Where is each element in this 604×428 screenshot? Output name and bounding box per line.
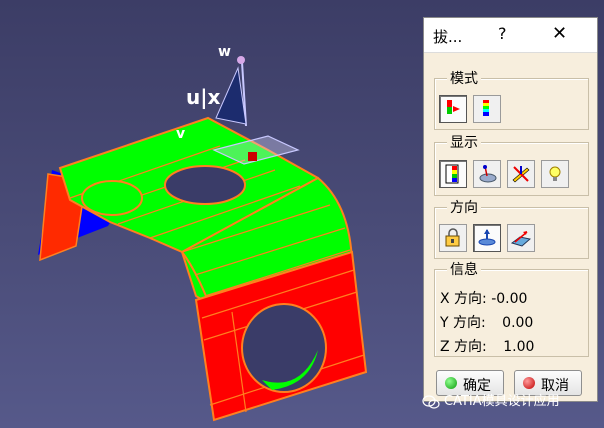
compass-direction-button[interactable] <box>473 224 501 252</box>
draft-analysis-mode-button[interactable] <box>439 95 467 123</box>
direction-group: 方向 <box>434 197 589 259</box>
top-hole-left <box>81 180 143 216</box>
compass-plane-blue <box>215 66 247 125</box>
display-group: 显示 <box>434 132 589 196</box>
direction-from-axis-icon <box>511 231 531 247</box>
ok-indicator-icon <box>445 377 457 389</box>
info-row-x: X 方向: -0.00 <box>440 288 527 308</box>
info-axis-value: 0.00 <box>502 315 534 331</box>
info-axis-label: Z 方向: <box>440 339 487 355</box>
info-group: 信息 X 方向: -0.00 Y 方向: 0.00 Z 方向: 1.00 <box>434 259 589 357</box>
dialog-title: 拔... <box>433 28 463 46</box>
lighting-button[interactable] <box>541 160 569 188</box>
color-scale-icon <box>445 164 459 184</box>
color-scale-button[interactable] <box>439 160 467 188</box>
compass-direction-icon <box>478 229 496 246</box>
help-button[interactable]: ? <box>498 24 507 43</box>
info-axis-value: -0.00 <box>491 291 528 307</box>
on-the-fly-button[interactable] <box>473 160 501 188</box>
lock-direction-button[interactable] <box>439 224 467 252</box>
info-group-label: 信息 <box>447 259 481 279</box>
mode-group-label: 模式 <box>447 68 481 88</box>
on-the-fly-icon <box>479 165 497 183</box>
direction-group-label: 方向 <box>447 197 481 217</box>
top-hole-center <box>164 165 246 205</box>
u-axis-label: u|x <box>186 85 221 109</box>
curvature-mode-button[interactable] <box>473 95 501 123</box>
lock-direction-icon <box>445 228 460 247</box>
info-row-z: Z 方向: 1.00 <box>440 336 534 356</box>
direction-from-axis-button[interactable] <box>507 224 535 252</box>
watermark: CATIA模具设计应用 <box>422 390 560 409</box>
w-axis-label: w <box>218 44 231 60</box>
inverse-normal-button[interactable] <box>507 160 535 188</box>
cancel-indicator-icon <box>523 377 535 389</box>
info-axis-label: X 方向: <box>440 291 487 307</box>
curvature-mode-icon <box>483 100 489 116</box>
mode-group: 模式 <box>434 68 589 130</box>
draft-analysis-dialog: 拔... ? ✕ 模式 显示 方向 信息 X 方向: -0.00 Y 方向: 0… <box>423 17 598 402</box>
close-button[interactable]: ✕ <box>552 23 567 44</box>
side-hole <box>241 303 327 393</box>
lighting-icon <box>549 166 561 181</box>
display-group-label: 显示 <box>447 132 481 152</box>
info-axis-value: 1.00 <box>503 339 535 355</box>
compass-origin <box>248 152 257 161</box>
v-axis-label: v <box>176 126 186 142</box>
info-axis-label: Y 方向: <box>440 315 486 331</box>
draft-analysis-mode-icon <box>447 100 460 114</box>
info-row-y: Y 方向: 0.00 <box>440 312 533 332</box>
watermark-text: CATIA模具设计应用 <box>444 394 560 409</box>
w-axis-handle <box>237 56 245 64</box>
wechat-logo-icon <box>422 394 440 409</box>
dialog-titlebar[interactable]: 拔... ? ✕ <box>424 18 597 53</box>
inverse-normal-icon <box>512 166 530 183</box>
